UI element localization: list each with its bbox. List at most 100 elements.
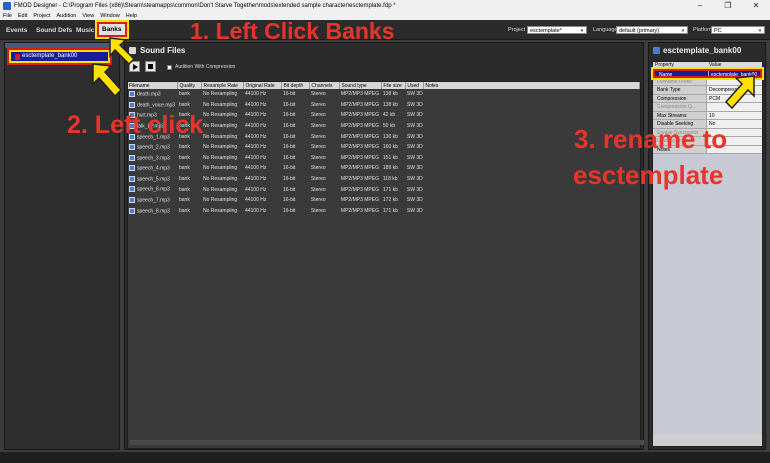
audio-file-icon xyxy=(129,175,135,182)
table-row[interactable]: speech_1.mp3 bank No Resampling 44100 Hz 16-… xyxy=(128,131,640,142)
column-header[interactable]: Bit depth xyxy=(281,82,311,89)
table-row[interactable]: speech_7.mp3 bank No Resampling 44100 Hz 16-… xyxy=(128,195,640,206)
table-row[interactable]: speech_5.mp3 bank No Resampling 44100 Hz 16-… xyxy=(128,174,640,185)
platform-value: PC xyxy=(714,28,722,34)
column-header[interactable]: Notes xyxy=(423,82,640,89)
table-cell: MP2/MP3 MPEG xyxy=(340,186,379,193)
menu-view[interactable]: View xyxy=(82,12,94,20)
table-row[interactable]: speech_6.mp3 bank No Resampling 44100 Hz 16-… xyxy=(128,184,640,195)
table-row[interactable]: speech_4.mp3 bank No Resampling 44100 Hz 16-… xyxy=(128,163,640,174)
annotation-step2: 2. Left click xyxy=(67,111,204,139)
properties-header: esctemplate_bank00 xyxy=(653,46,741,55)
column-header[interactable]: Filename xyxy=(128,82,179,89)
annotation-step3-line2: esctemplate xyxy=(573,160,724,190)
filename-text: death.mp3 xyxy=(137,91,161,98)
menu-edit[interactable]: Edit xyxy=(18,12,27,20)
table-row[interactable]: talk_LP.mp3 bank No Resampling 44100 Hz 16-b… xyxy=(128,121,640,132)
table-cell: MP2/MP3 MPEG xyxy=(340,154,379,161)
table-cell: 16-bit xyxy=(282,197,296,204)
table-cell: No Resampling xyxy=(202,112,238,119)
bank-icon xyxy=(15,53,20,60)
table-cell: death_voice.mp3 xyxy=(128,100,178,111)
table-cell: Stereo xyxy=(310,165,326,172)
menu-window[interactable]: Window xyxy=(100,12,120,20)
project-label: Project xyxy=(508,27,526,33)
table-cell: Stereo xyxy=(310,133,326,140)
column-header[interactable]: Original Rate xyxy=(243,82,283,89)
tab-events[interactable]: Events xyxy=(6,25,27,36)
annotation-step3-line1: 3. rename to xyxy=(574,124,728,154)
table-row[interactable]: speech_3.mp3 bank No Resampling 44100 Hz 16-… xyxy=(128,153,640,164)
table-cell: 172 kb xyxy=(382,197,398,204)
table-row[interactable]: death.mp3 bank No Resampling 44100 Hz 16-bit… xyxy=(128,89,640,100)
window-controls: – ❐ ✕ xyxy=(686,0,770,12)
arrow-up-right-icon xyxy=(724,75,755,110)
tab-sound-defs[interactable]: Sound Defs xyxy=(36,25,72,36)
table-cell: MP2/MP3 MPEG xyxy=(340,197,379,204)
table-row[interactable]: speech_2.mp3 bank No Resampling 44100 Hz 16-… xyxy=(128,142,640,153)
property-name: Max Streams xyxy=(653,111,707,119)
table-cell: SW 3D xyxy=(406,186,423,193)
table-cell: bank xyxy=(178,207,190,214)
table-cell xyxy=(424,195,640,206)
column-header[interactable]: Resample Rate xyxy=(201,82,245,89)
column-header[interactable]: Used xyxy=(405,82,425,89)
table-row[interactable]: death_voice.mp3 bank No Resampling 44100 Hz… xyxy=(128,100,640,111)
maximize-button[interactable]: ❐ xyxy=(714,0,742,12)
column-header[interactable]: Sound type xyxy=(339,82,383,89)
menu-project[interactable]: Project xyxy=(33,12,50,20)
menu-help[interactable]: Help xyxy=(126,12,137,20)
table-cell: 42 kb xyxy=(382,112,396,119)
table-cell: 44100 Hz xyxy=(244,112,267,119)
stop-button[interactable] xyxy=(145,61,156,72)
filename-text: death_voice.mp3 xyxy=(137,102,176,109)
table-cell: speech_2.mp3 xyxy=(128,142,178,153)
column-header[interactable]: File size xyxy=(381,82,407,89)
table-cell: SW 3D xyxy=(406,176,423,183)
table-cell: Stereo xyxy=(310,197,326,204)
audio-file-icon xyxy=(129,165,135,172)
column-header[interactable]: Channels xyxy=(309,82,341,89)
language-label: Language xyxy=(593,27,618,33)
close-button[interactable]: ✕ xyxy=(742,0,770,12)
horizontal-scrollbar[interactable] xyxy=(130,440,644,445)
audition-compression-checkbox[interactable] xyxy=(167,65,172,70)
table-cell: 44100 Hz xyxy=(244,154,267,161)
menu-file[interactable]: File xyxy=(3,12,12,20)
table-cell: 44100 Hz xyxy=(244,207,267,214)
table-cell: MP2/MP3 MPEG xyxy=(340,133,379,140)
table-cell: No Resampling xyxy=(202,207,238,214)
value-column-header: Value xyxy=(709,62,722,68)
table-cell: Stereo xyxy=(310,144,326,151)
table-cell: SW 3D xyxy=(406,101,423,108)
menu-audition[interactable]: Audition xyxy=(56,12,76,20)
tab-music[interactable]: Music xyxy=(76,25,94,36)
property-grid: Property Value Name esctemplate_bank00 Fil… xyxy=(651,61,764,447)
properties-title: esctemplate_bank00 xyxy=(663,46,742,55)
property-column-header: Property xyxy=(655,62,674,68)
table-cell: 44100 Hz xyxy=(244,186,267,193)
table-row[interactable]: speech_8.mp3 bank No Resampling 44100 Hz 16-… xyxy=(128,206,640,217)
sound-files-grid: Filename Quality Resample Rate Original Rat… xyxy=(128,82,640,216)
language-value: default (primary) xyxy=(619,28,660,34)
audio-file-icon xyxy=(129,207,135,214)
filename-text: speech_8.mp3 xyxy=(137,207,170,214)
property-grid-header: Property Value xyxy=(653,62,762,69)
table-cell: Stereo xyxy=(310,91,326,98)
platform-select[interactable]: PC ▾ xyxy=(711,26,765,34)
table-cell: 44100 Hz xyxy=(244,165,267,172)
project-select[interactable]: esctemplate* ▾ xyxy=(527,26,587,34)
table-cell: Stereo xyxy=(310,186,326,193)
table-cell: 189 kb xyxy=(382,165,398,172)
table-cell: 151 kb xyxy=(382,154,398,161)
language-select[interactable]: default (primary) ▾ xyxy=(616,26,688,34)
table-cell: 44100 Hz xyxy=(244,101,267,108)
table-cell: MP2/MP3 MPEG xyxy=(340,101,379,108)
column-header[interactable]: Quality xyxy=(177,82,203,89)
table-cell: Stereo xyxy=(310,101,326,108)
table-cell: 16-bit xyxy=(282,101,296,108)
table-cell: bank xyxy=(178,154,190,161)
property-name: Compression xyxy=(653,94,707,102)
table-row[interactable]: hurt.mp3 bank No Resampling 44100 Hz 16-bit S… xyxy=(128,110,640,121)
minimize-button[interactable]: – xyxy=(686,0,714,12)
